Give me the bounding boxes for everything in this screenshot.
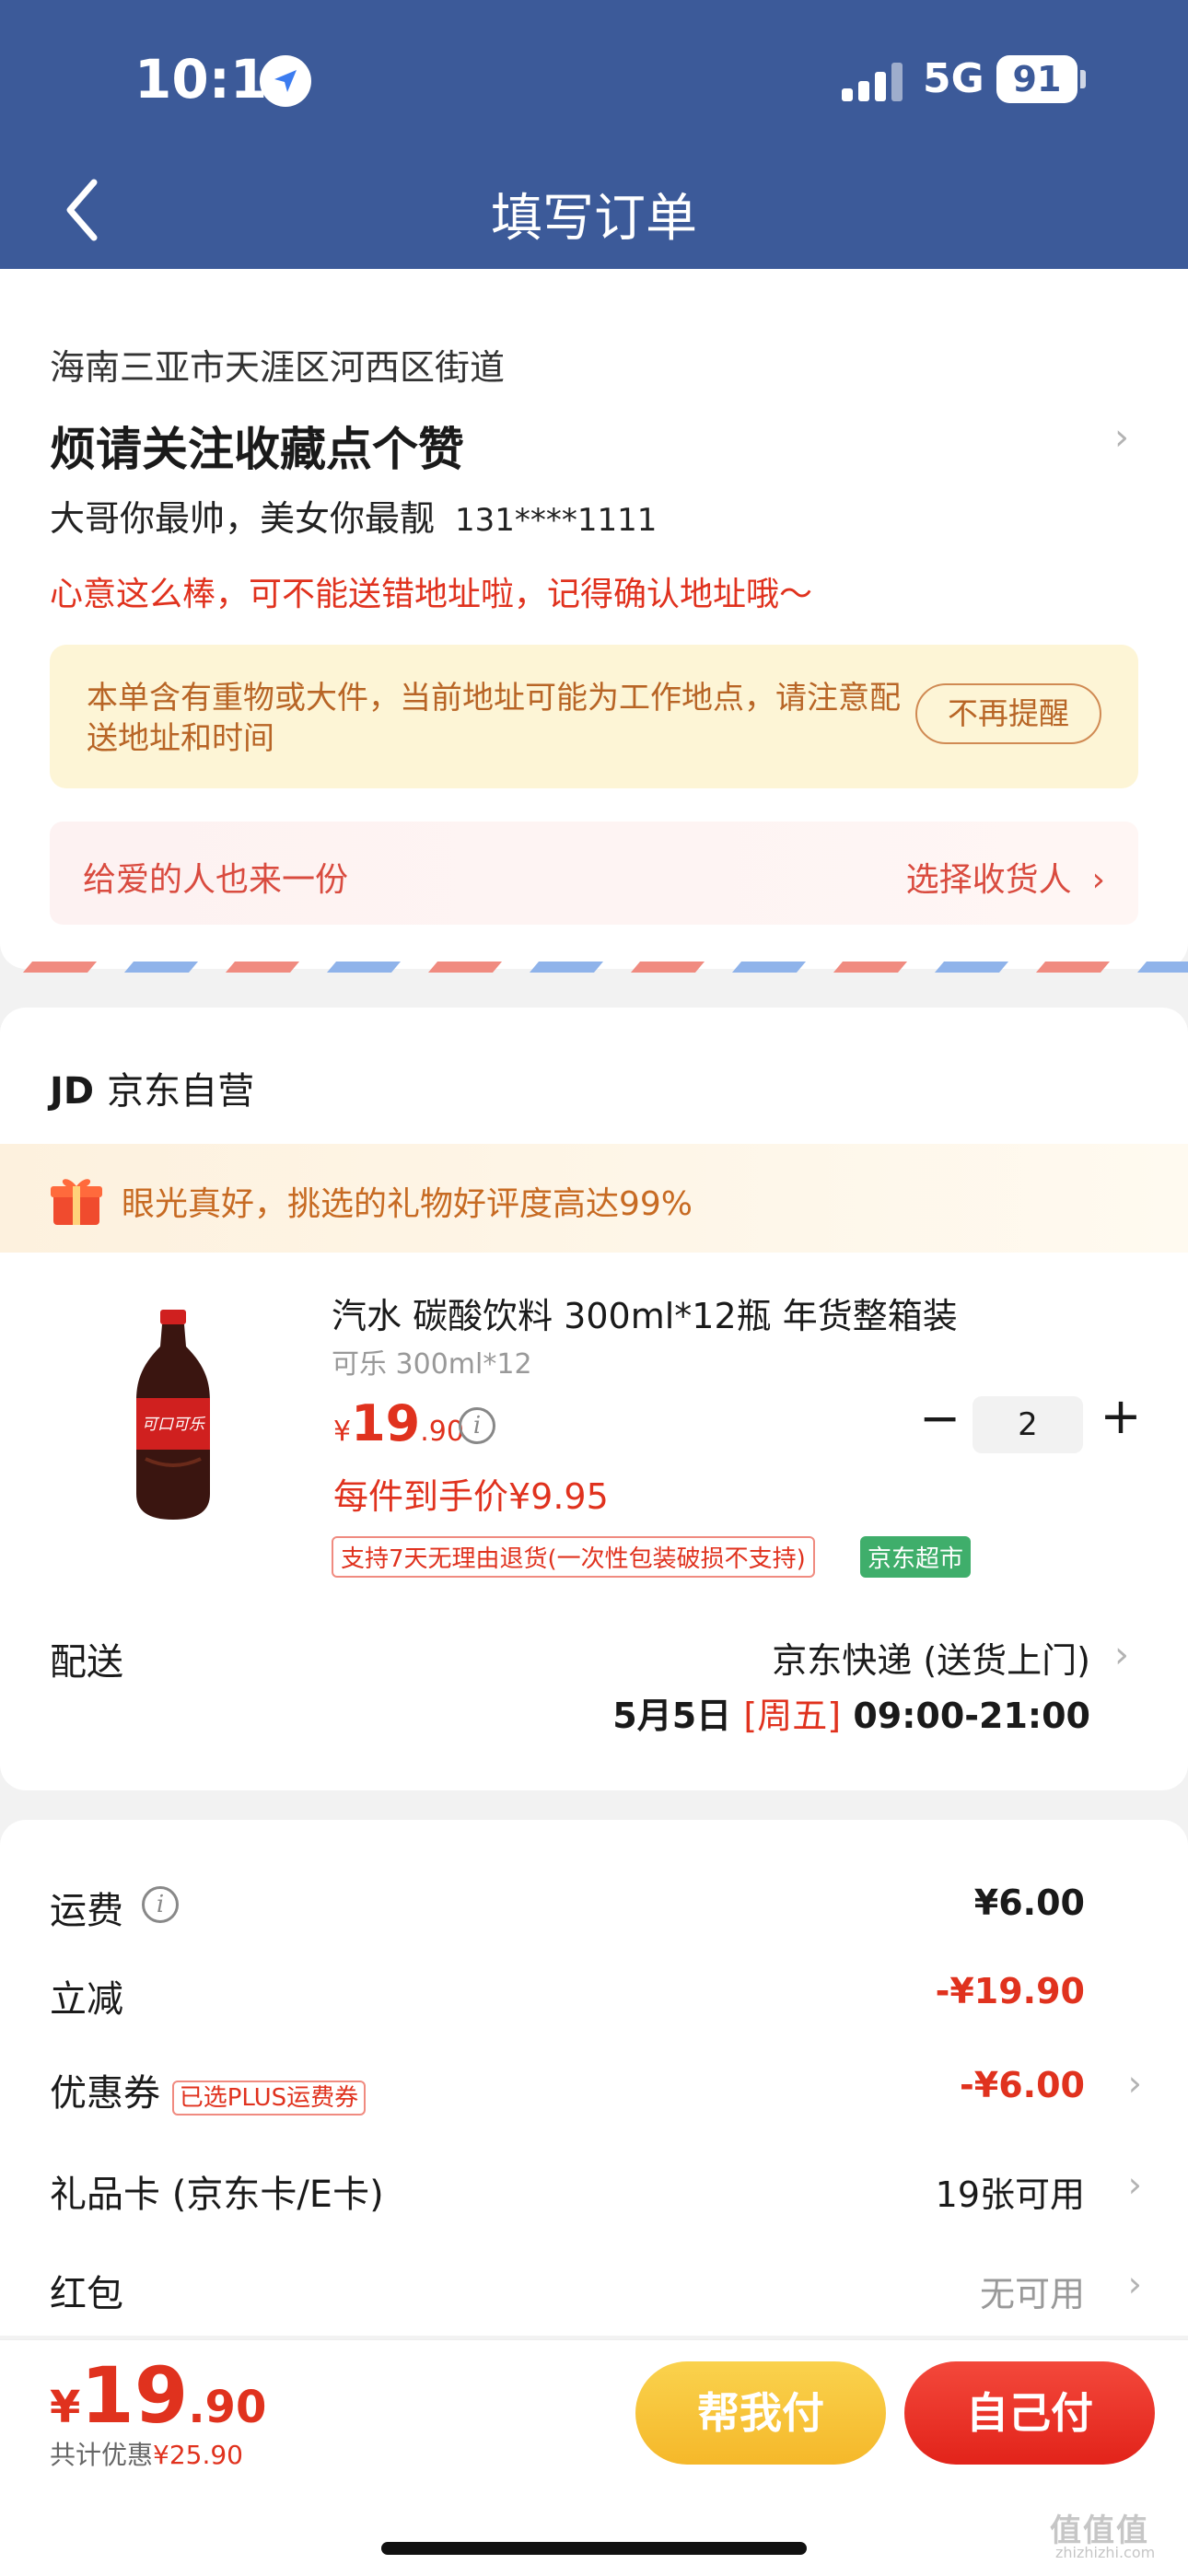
return-policy-tag: 支持7天无理由退货(一次性包装破损不支持) xyxy=(332,1536,815,1578)
chevron-right-icon: › xyxy=(1091,861,1105,899)
redpacket-value[interactable]: 无可用 xyxy=(980,2266,1085,2316)
dismiss-notice-button[interactable]: 不再提醒 xyxy=(915,683,1101,744)
chevron-right-icon[interactable]: › xyxy=(1128,2063,1142,2104)
chevron-right-icon[interactable]: › xyxy=(1114,416,1129,459)
plus-coupon-tag: 已选PLUS运费券 xyxy=(171,2081,367,2116)
gift-row-label: 给爱的人也来一份 xyxy=(83,861,349,899)
promo-text: 眼光真好，挑选的礼物好评度高达99% xyxy=(122,1185,693,1223)
signal-icon xyxy=(842,63,904,101)
shipping-method[interactable]: 京东快递 (送货上门) xyxy=(772,1632,1090,1683)
product-spec: 可乐 300ml*12 xyxy=(332,1348,532,1381)
shipping-label: 配送 xyxy=(50,1641,123,1684)
giftcard-value[interactable]: 19张可用 xyxy=(936,2166,1085,2217)
network-type: 5G xyxy=(923,55,984,102)
coupon-row[interactable]: 优惠券 已选PLUS运费券 xyxy=(50,2063,367,2116)
redpacket-label[interactable]: 红包 xyxy=(50,2264,123,2317)
unit-price: 每件到手价¥9.95 xyxy=(333,1476,609,1517)
gift-praise-banner: 眼光真好，挑选的礼物好评度高达99% xyxy=(0,1144,1188,1253)
help-me-pay-button[interactable]: 帮我付 xyxy=(635,2361,886,2465)
address-contact: 大哥你最帅，美女你最靓 131****1111 xyxy=(50,490,657,541)
product-image[interactable]: 可口可乐 xyxy=(125,1310,221,1521)
gift-to-loved-one-row[interactable]: 给爱的人也来一份 选择收货人 › xyxy=(50,822,1138,925)
chevron-right-icon[interactable]: › xyxy=(1128,2264,1142,2304)
coupon-value[interactable]: -¥6.00 xyxy=(960,2065,1085,2105)
contact-phone: 131****1111 xyxy=(455,502,658,539)
location-arrow-icon xyxy=(260,55,311,107)
giftcard-label[interactable]: 礼品卡 (京东卡/E卡) xyxy=(50,2164,384,2218)
address-title[interactable]: 烦请关注收藏点个赞 xyxy=(50,413,464,479)
select-recipient-link[interactable]: 选择收货人 › xyxy=(906,853,1105,901)
page-title: 填写订单 xyxy=(491,189,697,249)
jd-supermarket-tag: 京东超市 xyxy=(860,1536,972,1578)
info-circle-icon[interactable]: i xyxy=(142,1886,179,1923)
battery-tip xyxy=(1080,70,1086,88)
contact-name: 大哥你最帅，美女你最靓 xyxy=(50,498,436,539)
quantity-increase-button[interactable]: + xyxy=(1098,1391,1144,1446)
watermark-url: zhizhizhi.com xyxy=(1055,2544,1156,2561)
address-region: 海南三亚市天涯区河西区街道 xyxy=(50,347,506,388)
discount-label: 立减 xyxy=(50,1978,123,2021)
jd-logo: JD xyxy=(50,1070,95,1113)
pay-myself-button[interactable]: 自己付 xyxy=(904,2361,1155,2465)
quantity-input[interactable]: 2 xyxy=(973,1396,1083,1453)
freight-value: ¥6.00 xyxy=(973,1882,1085,1923)
discount-value: -¥19.90 xyxy=(935,1971,1085,2011)
home-indicator[interactable] xyxy=(381,2542,807,2555)
delivery-time[interactable]: 5月5日 [周五] 09:00-21:00 xyxy=(612,1687,1090,1738)
gift-box-icon xyxy=(51,1179,102,1225)
freight-label: 运费 xyxy=(50,1890,123,1932)
total-savings: 共计优惠¥25.90 xyxy=(50,2440,243,2470)
battery-icon: 91 xyxy=(996,55,1077,103)
chevron-right-icon[interactable]: › xyxy=(1128,2164,1142,2205)
envelope-stripe xyxy=(0,962,1188,973)
info-circle-icon[interactable]: i xyxy=(459,1407,495,1444)
chevron-right-icon[interactable]: › xyxy=(1114,1634,1129,1676)
coupon-label: 优惠券 xyxy=(50,2072,160,2115)
quantity-decrease-button[interactable]: − xyxy=(919,1393,961,1448)
store-name[interactable]: JD 京东自营 xyxy=(50,1061,254,1114)
bottle-label-text: 可口可乐 xyxy=(142,1416,206,1434)
product-name[interactable]: 汽水 碳酸饮料 300ml*12瓶 年货整箱装 xyxy=(332,1288,958,1338)
notice-text: 本单含有重物或大件，当前地址可能为工作地点，请注意配送地址和时间 xyxy=(87,680,901,757)
heavy-item-notice: 本单含有重物或大件，当前地址可能为工作地点，请注意配送地址和时间 不再提醒 xyxy=(50,645,1138,788)
address-warning: 心意这么棒，可不能送错地址啦，记得确认地址哦～ xyxy=(50,576,813,613)
total-price: ¥19.90 xyxy=(50,2350,267,2441)
product-price: ¥19.90 xyxy=(333,1394,464,1452)
